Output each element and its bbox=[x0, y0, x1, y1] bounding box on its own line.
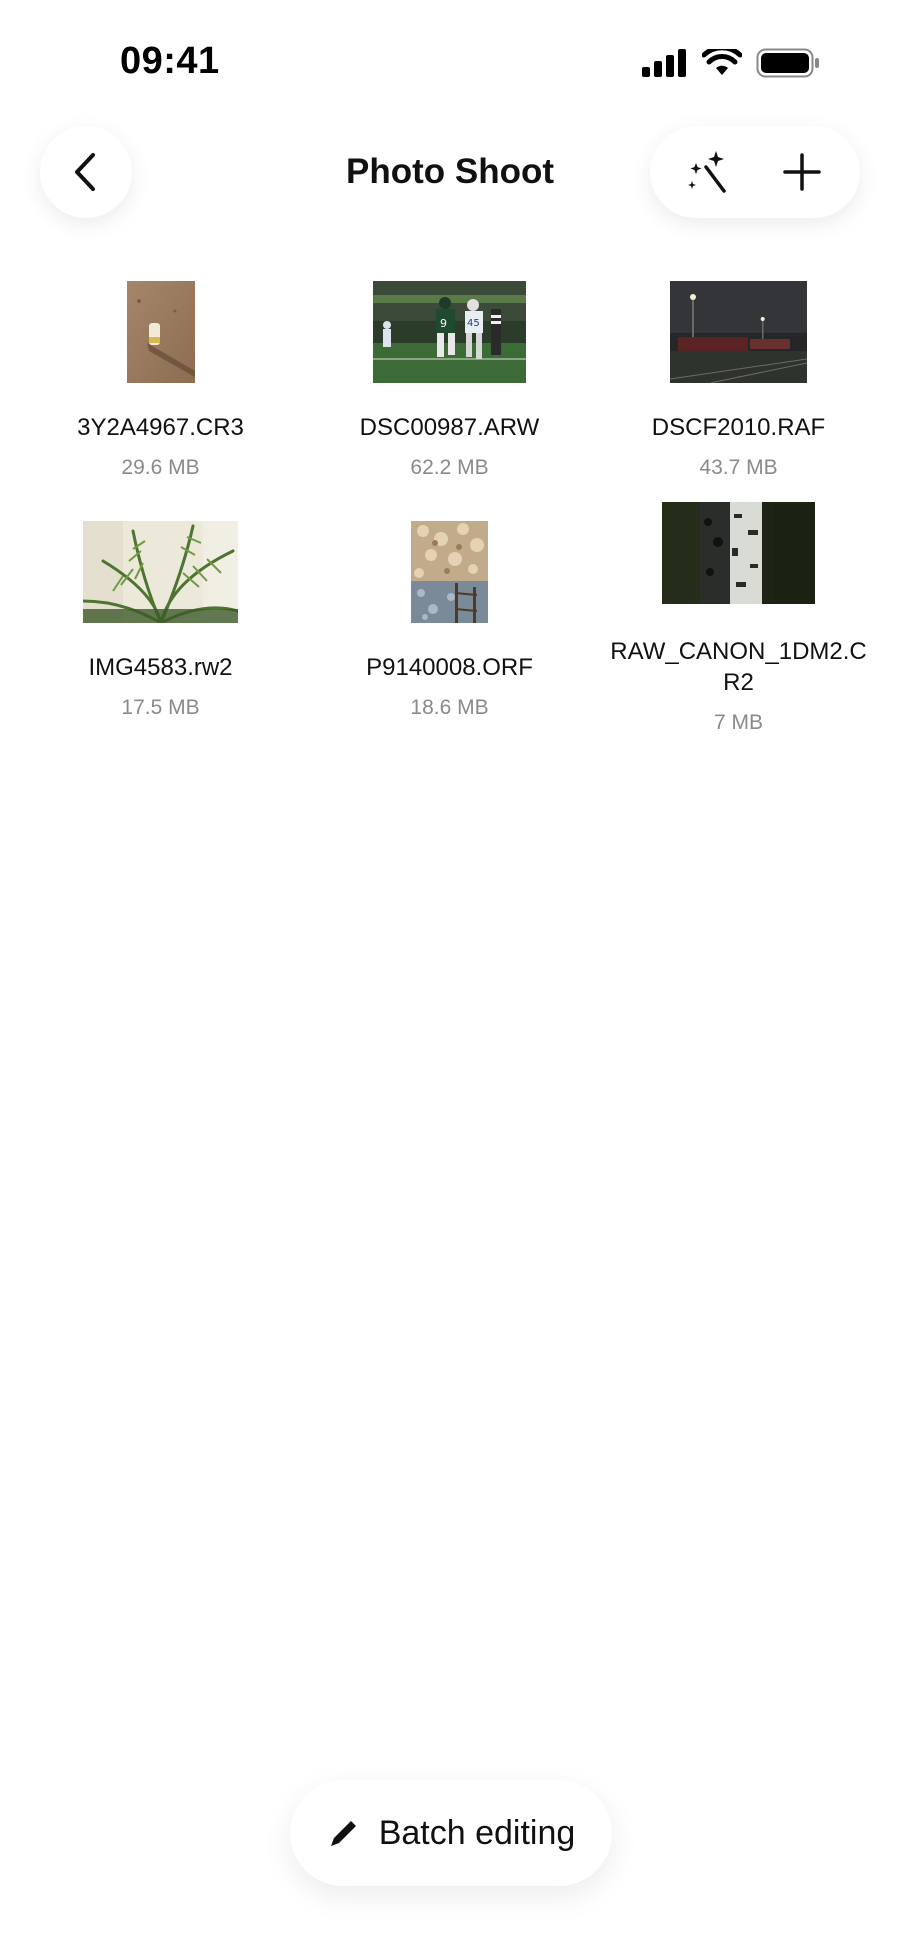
file-name: IMG4583.rw2 bbox=[88, 654, 233, 681]
batch-editing-label: Batch editing bbox=[378, 1813, 576, 1852]
svg-text:9: 9 bbox=[440, 317, 447, 330]
file-size: 29.6 MB bbox=[121, 456, 200, 479]
batch-editing-button[interactable]: Batch editing bbox=[290, 1780, 612, 1886]
file-item[interactable]: DSCF2010.RAF 43.7 MB bbox=[594, 270, 883, 480]
header-actions bbox=[650, 126, 860, 218]
status-bar: 09:41 bbox=[0, 0, 900, 120]
sand-beach-photo bbox=[126, 281, 195, 383]
file-item[interactable]: RAW_CANON_1DM2.CR2 7 MB bbox=[594, 502, 883, 735]
football-game-photo: 9 45 bbox=[373, 281, 526, 383]
status-time: 09:41 bbox=[120, 40, 220, 82]
file-item[interactable]: 9 45 DSC00987.ARW 62.2 MB bbox=[305, 270, 594, 480]
file-size: 43.7 MB bbox=[699, 456, 778, 479]
file-item[interactable]: P9140008.ORF 18.6 MB bbox=[305, 510, 594, 735]
thumbnail-frame bbox=[594, 270, 883, 394]
file-item[interactable]: 3Y2A4967.CR3 29.6 MB bbox=[16, 270, 305, 480]
header-bar: Photo Shoot bbox=[0, 120, 900, 220]
file-size: 17.5 MB bbox=[121, 696, 200, 719]
file-size: 7 MB bbox=[713, 711, 763, 734]
night-railyard-photo bbox=[670, 281, 807, 383]
thumbnail-frame bbox=[16, 270, 305, 394]
wifi-icon bbox=[702, 49, 742, 75]
file-grid: 3Y2A4967.CR3 29.6 MB 9 45 DSC00987.ARW 6… bbox=[16, 270, 884, 735]
pencil-icon bbox=[330, 1821, 356, 1846]
file-name: DSC00987.ARW bbox=[359, 414, 540, 441]
birch-trunk-photo bbox=[662, 502, 815, 604]
thumbnail-frame bbox=[594, 502, 883, 634]
file-size: 62.2 MB bbox=[410, 456, 489, 479]
svg-text:45: 45 bbox=[467, 318, 480, 329]
battery-icon bbox=[756, 48, 819, 78]
add-button[interactable] bbox=[767, 137, 837, 207]
thumbnail-frame: 9 45 bbox=[305, 270, 594, 394]
file-name: 3Y2A4967.CR3 bbox=[77, 414, 244, 441]
status-icons bbox=[642, 48, 820, 78]
auto-enhance-button[interactable] bbox=[674, 137, 744, 207]
cellular-signal-icon bbox=[642, 49, 686, 77]
magic-wand-icon bbox=[687, 151, 726, 193]
dry-grass-fence-photo bbox=[411, 521, 488, 623]
palm-leaves-photo bbox=[83, 521, 238, 623]
thumbnail-frame bbox=[16, 510, 305, 634]
file-item[interactable]: IMG4583.rw2 17.5 MB bbox=[16, 510, 305, 735]
file-size: 18.6 MB bbox=[410, 696, 489, 719]
plus-icon bbox=[782, 153, 821, 191]
photo-shoot-screen: 09:41 Photo Shoot 3Y2A4967.CR3 29.6 MB 9… bbox=[0, 0, 900, 1955]
file-name: RAW_CANON_1DM2.CR2 bbox=[610, 638, 867, 696]
thumbnail-frame bbox=[305, 510, 594, 634]
file-name: P9140008.ORF bbox=[366, 654, 533, 681]
file-name: DSCF2010.RAF bbox=[651, 414, 826, 441]
